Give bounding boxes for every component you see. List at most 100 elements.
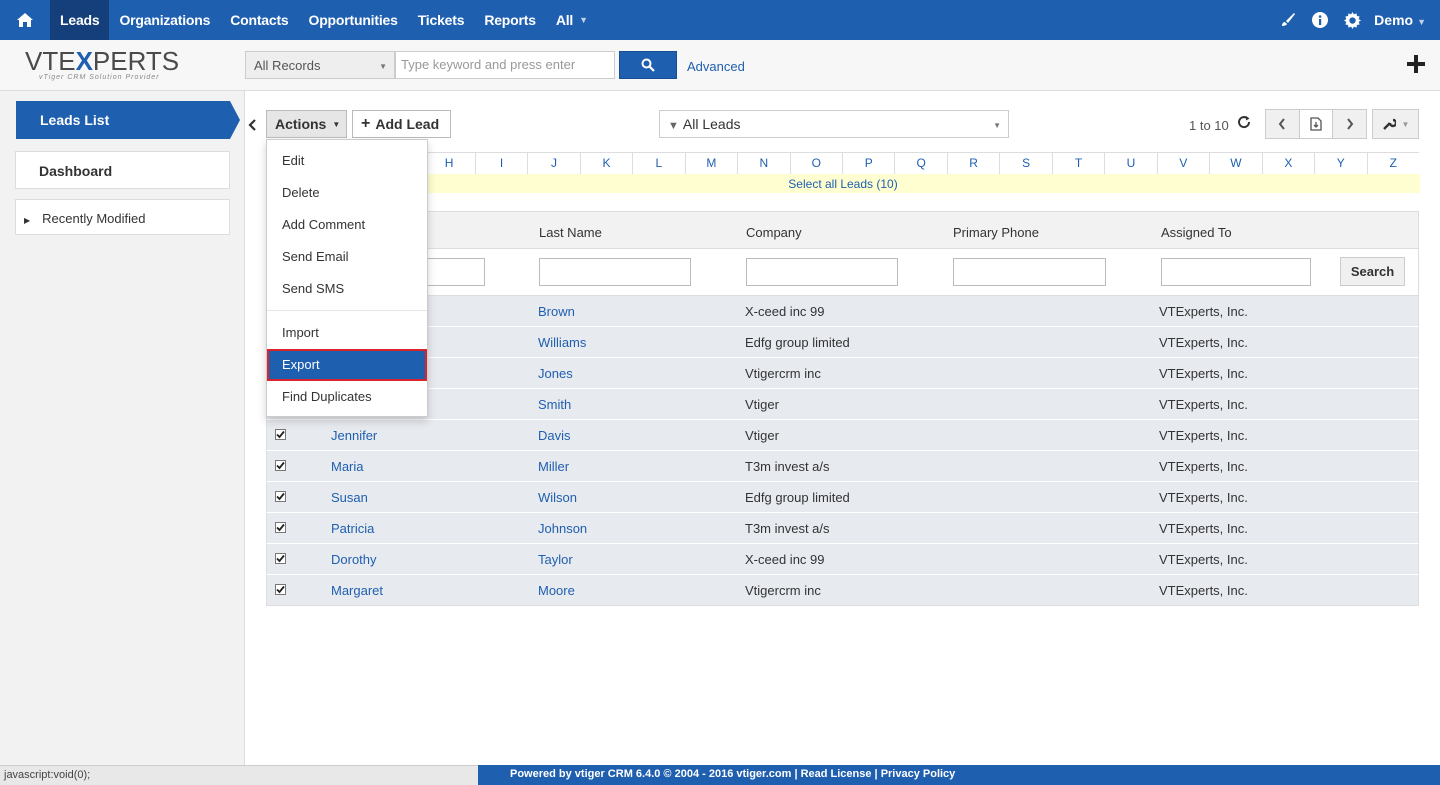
quick-create-plus-icon[interactable] [1404, 52, 1428, 76]
refresh-icon[interactable] [1237, 115, 1253, 131]
alpha-letter[interactable]: T [1053, 153, 1106, 174]
brush-icon[interactable] [1272, 0, 1304, 40]
assigned-to-search-field[interactable] [1161, 258, 1311, 286]
alpha-letter[interactable]: L [633, 153, 686, 174]
advanced-search-link[interactable]: Advanced [687, 59, 745, 74]
alpha-letter[interactable]: M [686, 153, 739, 174]
collapse-sidebar-chevron-left-icon[interactable] [246, 118, 258, 132]
vtexperts-logo[interactable]: VTEXPERTS vTiger CRM Solution Provider [25, 48, 185, 84]
sidebar-item-recently-modified[interactable]: ▶ Recently Modified [15, 199, 230, 235]
alpha-letter[interactable]: Z [1368, 153, 1419, 174]
column-header-company[interactable]: Company [746, 225, 802, 240]
first-name-link[interactable]: Susan [331, 490, 368, 505]
first-name-search-field[interactable] [427, 258, 485, 286]
next-page-chevron-right-icon[interactable] [1333, 110, 1366, 138]
menu-item-export[interactable]: Export [267, 349, 427, 381]
alpha-letter[interactable]: H [423, 153, 476, 174]
alpha-letter[interactable]: I [476, 153, 529, 174]
row-checkbox[interactable] [275, 584, 286, 595]
last-name-link[interactable]: Taylor [538, 552, 573, 567]
alpha-letter[interactable]: O [791, 153, 843, 174]
company-search-field[interactable] [746, 258, 898, 286]
alpha-letter[interactable]: Y [1315, 153, 1368, 174]
sidebar-item-leads-list[interactable]: Leads List [16, 101, 240, 139]
table-row[interactable]: Margaret Moore Vtigercrm inc VTExperts, … [266, 575, 1419, 606]
alpha-letter[interactable]: P [843, 153, 896, 174]
menu-item-send-sms[interactable]: Send SMS [267, 273, 427, 305]
table-row[interactable]: Williams Edfg group limited VTExperts, I… [266, 327, 1419, 358]
gear-icon[interactable] [1336, 0, 1368, 40]
menu-item-find-duplicates[interactable]: Find Duplicates [267, 381, 427, 413]
search-input[interactable]: Type keyword and press enter [395, 51, 615, 79]
primary-phone-search-field[interactable] [953, 258, 1106, 286]
menu-item-edit[interactable]: Edit [267, 145, 427, 177]
search-button[interactable] [619, 51, 677, 79]
first-name-link[interactable]: Margaret [331, 583, 383, 598]
table-row[interactable]: Brown X-ceed inc 99 VTExperts, Inc. [266, 296, 1419, 327]
add-lead-button[interactable]: + Add Lead [352, 110, 451, 138]
alpha-letter[interactable]: Q [895, 153, 948, 174]
first-name-link[interactable]: Dorothy [331, 552, 377, 567]
last-name-link[interactable]: Williams [538, 335, 586, 350]
list-settings-button[interactable]: ▼ [1372, 109, 1419, 139]
user-menu[interactable]: Demo ▼ [1368, 12, 1440, 28]
first-name-link[interactable]: Patricia [331, 521, 374, 536]
column-header-primary-phone[interactable]: Primary Phone [953, 225, 1039, 240]
last-name-link[interactable]: Jones [538, 366, 573, 381]
last-name-search-field[interactable] [539, 258, 691, 286]
column-header-last-name[interactable]: Last Name [539, 225, 602, 240]
row-checkbox[interactable] [275, 460, 286, 471]
last-name-link[interactable]: Smith [538, 397, 571, 412]
previous-page-chevron-left-icon[interactable] [1266, 110, 1300, 138]
select-all-leads-link[interactable]: Select all Leads (10) [266, 174, 1420, 193]
last-name-link[interactable]: Miller [538, 459, 569, 474]
row-checkbox[interactable] [275, 553, 286, 564]
column-header-assigned-to[interactable]: Assigned To [1161, 225, 1232, 240]
menu-item-send-email[interactable]: Send Email [267, 241, 427, 273]
nav-all[interactable]: All ▼ [546, 0, 598, 40]
info-icon[interactable] [1304, 0, 1336, 40]
row-checkbox[interactable] [275, 522, 286, 533]
last-name-link[interactable]: Brown [538, 304, 575, 319]
records-select[interactable]: All Records ▼ [245, 51, 395, 79]
nav-reports[interactable]: Reports [474, 0, 546, 40]
alpha-letter[interactable]: W [1210, 153, 1263, 174]
nav-leads[interactable]: Leads [50, 0, 110, 40]
actions-button[interactable]: Actions ▼ [266, 110, 347, 138]
nav-tickets[interactable]: Tickets [408, 0, 475, 40]
list-filter-select[interactable]: ▼ All Leads ▼ [659, 110, 1009, 138]
table-row[interactable]: Jennifer Davis Vtiger VTExperts, Inc. [266, 420, 1419, 451]
last-name-link[interactable]: Johnson [538, 521, 587, 536]
page-jump-icon[interactable] [1299, 110, 1334, 138]
last-name-link[interactable]: Moore [538, 583, 575, 598]
table-row[interactable]: Jones Vtigercrm inc VTExperts, Inc. [266, 358, 1419, 389]
nav-opportunities[interactable]: Opportunities [299, 0, 408, 40]
alpha-letter[interactable]: X [1263, 153, 1316, 174]
last-name-link[interactable]: Wilson [538, 490, 577, 505]
table-row[interactable]: Patricia Johnson T3m invest a/s VTExpert… [266, 513, 1419, 544]
alpha-letter[interactable]: S [1000, 153, 1053, 174]
nav-organizations[interactable]: Organizations [109, 0, 220, 40]
menu-item-add-comment[interactable]: Add Comment [267, 209, 427, 241]
alpha-letter[interactable]: V [1158, 153, 1211, 174]
table-row[interactable]: Maria Miller T3m invest a/s VTExperts, I… [266, 451, 1419, 482]
menu-item-import[interactable]: Import [267, 317, 427, 349]
table-row[interactable]: Smith Vtiger VTExperts, Inc. [266, 389, 1419, 420]
table-row[interactable]: Susan Wilson Edfg group limited VTExpert… [266, 482, 1419, 513]
row-checkbox[interactable] [275, 491, 286, 502]
sidebar-item-dashboard[interactable]: Dashboard [15, 151, 230, 189]
alpha-letter[interactable]: K [581, 153, 634, 174]
alpha-letter[interactable]: N [738, 153, 791, 174]
alpha-letter[interactable]: R [948, 153, 1001, 174]
nav-contacts[interactable]: Contacts [220, 0, 298, 40]
first-name-link[interactable]: Maria [331, 459, 364, 474]
alpha-letter[interactable]: U [1105, 153, 1158, 174]
column-search-button[interactable]: Search [1340, 257, 1405, 286]
menu-item-delete[interactable]: Delete [267, 177, 427, 209]
first-name-link[interactable]: Jennifer [331, 428, 377, 443]
last-name-link[interactable]: Davis [538, 428, 571, 443]
alpha-letter[interactable]: J [528, 153, 581, 174]
home-icon[interactable] [0, 0, 50, 40]
table-row[interactable]: Dorothy Taylor X-ceed inc 99 VTExperts, … [266, 544, 1419, 575]
row-checkbox[interactable] [275, 429, 286, 440]
